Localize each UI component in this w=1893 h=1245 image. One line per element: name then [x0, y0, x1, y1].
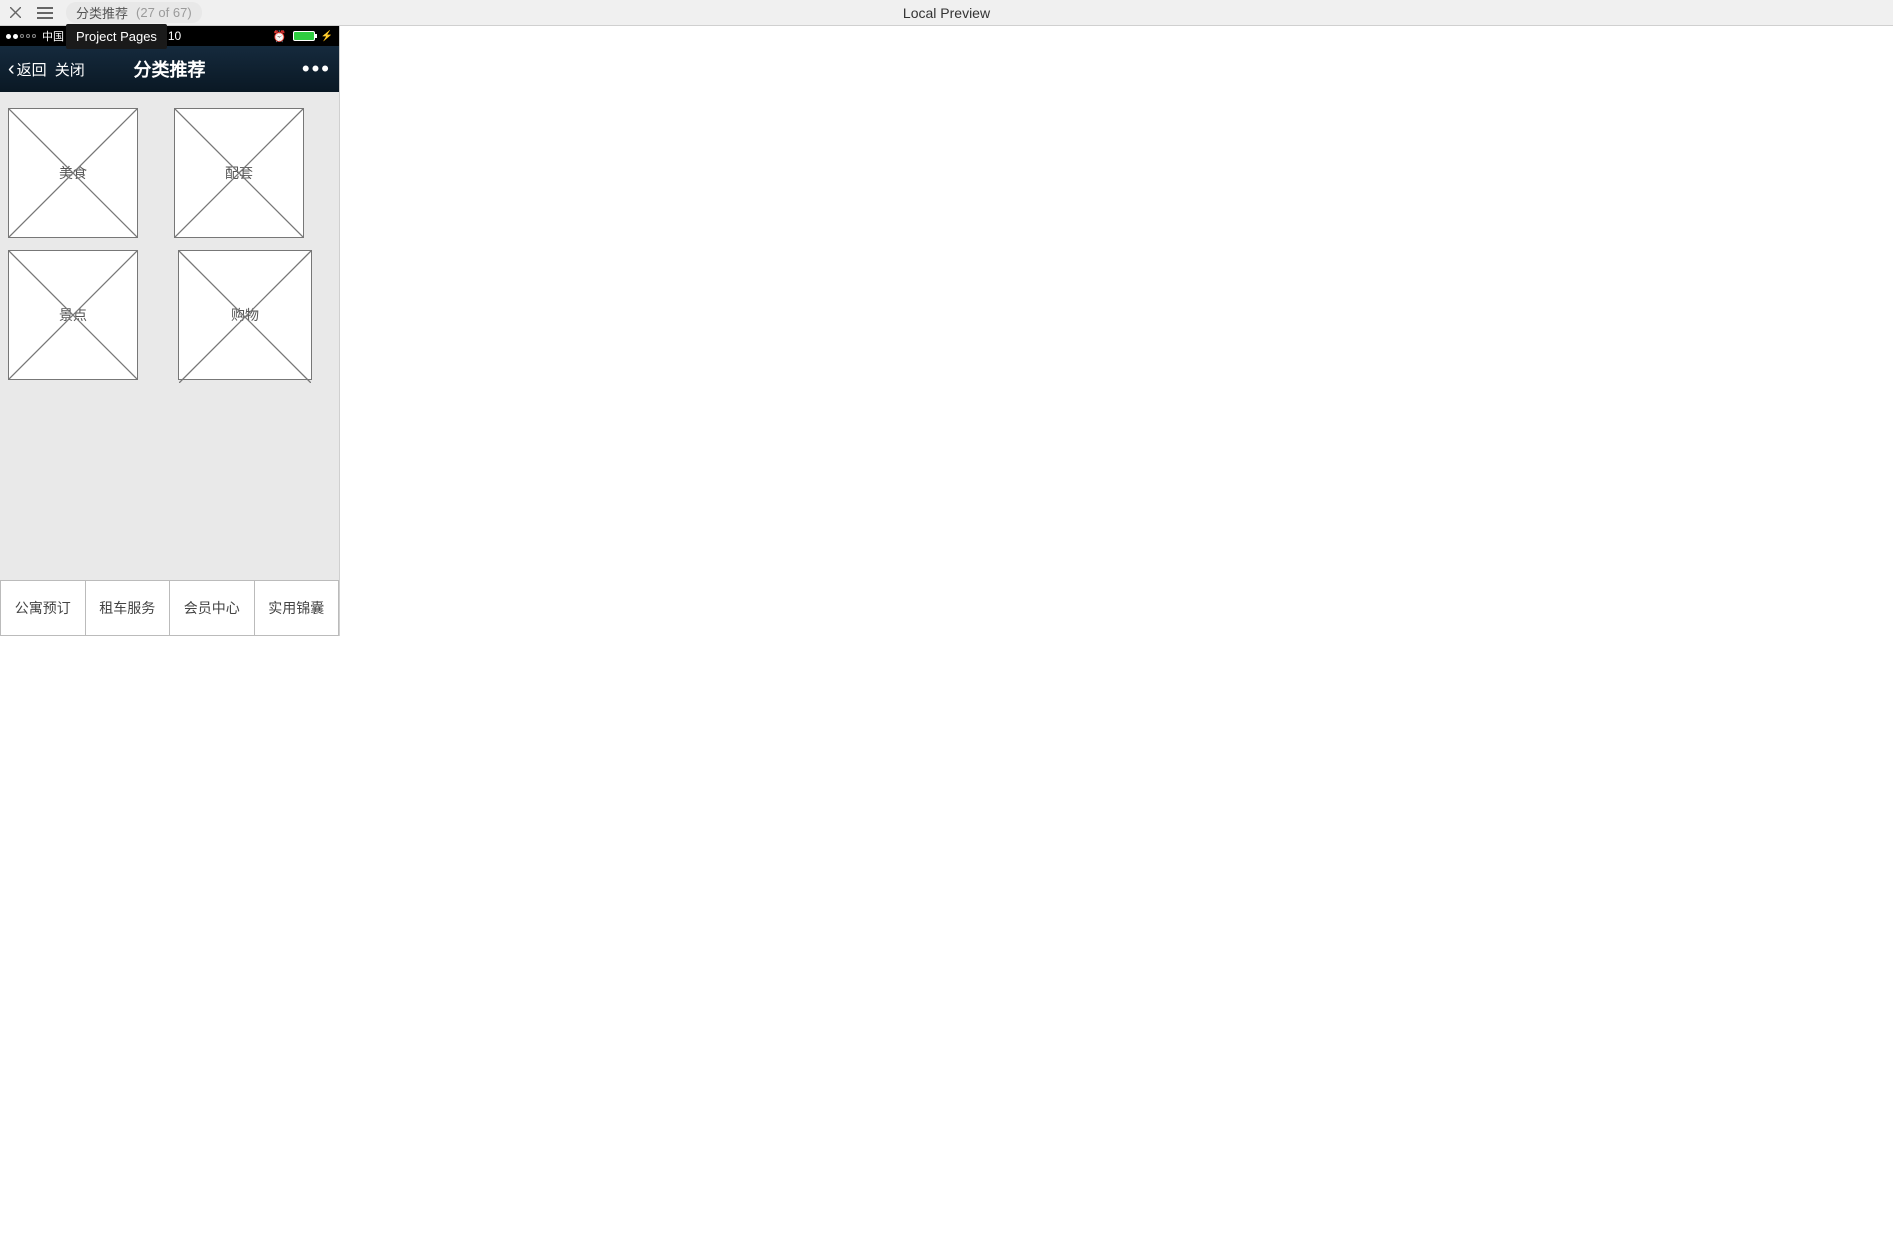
category-label: 购物 — [231, 305, 259, 325]
page-name-pill[interactable]: 分类推荐 (27 of 67) — [66, 2, 202, 23]
tab-carrental[interactable]: 租车服务 — [86, 580, 171, 636]
tab-tips[interactable]: 实用锦囊 — [255, 580, 340, 636]
clock-label: 8:10 — [0, 29, 339, 43]
page-name-label: 分类推荐 — [76, 3, 128, 22]
phone-preview: 中国 8:10 ⏰ ⚡ ‹ 返回 关闭 分类推荐 ••• 美食 配套 — [0, 26, 340, 636]
category-shopping[interactable]: 购物 — [178, 250, 312, 380]
tab-member[interactable]: 会员中心 — [170, 580, 255, 636]
category-label: 配套 — [225, 163, 253, 183]
more-button[interactable]: ••• — [302, 56, 331, 82]
battery-icon — [293, 31, 315, 41]
tab-apartment[interactable]: 公寓预订 — [0, 580, 86, 636]
category-label: 美食 — [59, 163, 87, 183]
page-title: 分类推荐 — [0, 56, 339, 82]
hamburger-icon — [37, 6, 53, 20]
back-button[interactable]: ‹ 返回 — [8, 59, 47, 80]
category-grid: 美食 配套 景点 购物 — [0, 92, 339, 380]
status-bar: 中国 8:10 ⏰ ⚡ — [0, 26, 339, 46]
preview-mode-label: Local Preview — [0, 5, 1893, 21]
x-icon — [10, 7, 21, 18]
back-label: 返回 — [17, 59, 47, 80]
top-toolbar: 分类推荐 (27 of 67) Local Preview — [0, 0, 1893, 26]
project-pages-tooltip: Project Pages — [66, 24, 167, 49]
chevron-left-icon: ‹ — [8, 59, 15, 79]
page-count-label: (27 of 67) — [136, 5, 192, 20]
nav-bar: ‹ 返回 关闭 分类推荐 ••• — [0, 46, 339, 92]
nav-close-button[interactable]: 关闭 — [55, 59, 85, 80]
menu-icon[interactable] — [30, 0, 60, 25]
category-facility[interactable]: 配套 — [174, 108, 304, 238]
close-icon[interactable] — [0, 0, 30, 25]
category-label: 景点 — [59, 305, 87, 325]
bottom-tab-bar: 公寓预订 租车服务 会员中心 实用锦囊 — [0, 580, 339, 636]
category-food[interactable]: 美食 — [8, 108, 138, 238]
category-sights[interactable]: 景点 — [8, 250, 138, 380]
